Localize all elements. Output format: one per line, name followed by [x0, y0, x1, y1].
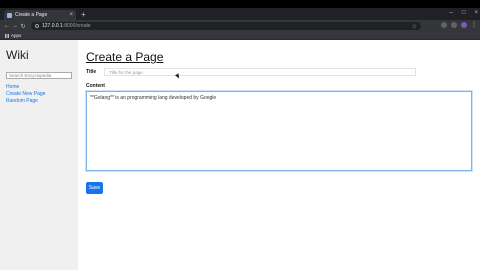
title-label: Title [86, 69, 97, 75]
main-content: Create a Page Title Content **Golang** i… [78, 40, 480, 270]
extension-icon[interactable] [441, 22, 447, 28]
browser-window: Create a Page × + – □ × ← → ↻ 127.0.0.1:… [0, 8, 480, 270]
window-controls: – □ × [450, 9, 478, 17]
title-input[interactable] [104, 68, 417, 76]
new-tab-button[interactable]: + [81, 10, 86, 20]
content-textarea[interactable]: **Golang** is an programming lang develo… [86, 91, 472, 171]
url-host: 127.0.0.1 [42, 23, 63, 29]
sidebar-item-home[interactable]: Home [6, 84, 72, 91]
maximize-icon[interactable]: □ [462, 9, 466, 17]
bookmark-apps-label: Apps [11, 33, 22, 38]
save-button[interactable]: Save [86, 182, 103, 194]
page: Wiki Home Create New Page Random Page Cr… [0, 40, 480, 270]
tab-strip: Create a Page × + – □ × [0, 8, 480, 20]
info-icon[interactable] [35, 24, 39, 28]
search-input[interactable] [6, 72, 72, 79]
sidebar-item-create-new-page[interactable]: Create New Page [6, 91, 72, 98]
favicon-icon [7, 12, 12, 18]
content-label: Content [86, 83, 105, 89]
url-text: 127.0.0.1:8000/create [42, 23, 91, 29]
bookmarks-bar: Apps [0, 32, 480, 40]
reload-icon[interactable]: ↻ [19, 23, 27, 30]
minimize-icon[interactable]: – [450, 9, 453, 17]
close-tab-icon[interactable]: × [69, 12, 73, 18]
apps-grid-icon [5, 33, 9, 38]
browser-toolbar: ← → ↻ 127.0.0.1:8000/create ☆ ⋮ [0, 20, 480, 32]
bookmark-apps[interactable]: Apps [5, 33, 21, 38]
sidebar-item-random-page[interactable]: Random Page [6, 98, 72, 105]
forward-icon[interactable]: → [11, 23, 19, 29]
tab-title: Create a Page [15, 12, 48, 18]
title-row: Title [86, 68, 472, 76]
toolbar-right: ⋮ [441, 22, 477, 28]
address-bar[interactable]: 127.0.0.1:8000/create ☆ [31, 22, 421, 30]
bookmark-star-icon[interactable]: ☆ [412, 23, 417, 30]
sidebar-title: Wiki [6, 48, 29, 62]
sidebar: Wiki Home Create New Page Random Page [0, 40, 78, 270]
profile-avatar-icon[interactable] [461, 22, 467, 28]
tab-create-page[interactable]: Create a Page × [4, 10, 76, 20]
close-window-icon[interactable]: × [474, 9, 478, 17]
extension-icon-2[interactable] [451, 22, 457, 28]
url-path: :8000/create [62, 23, 91, 29]
back-icon[interactable]: ← [3, 23, 11, 29]
page-title: Create a Page [86, 50, 164, 64]
menu-dots-icon[interactable]: ⋮ [471, 22, 477, 28]
sidebar-nav: Home Create New Page Random Page [6, 84, 72, 105]
